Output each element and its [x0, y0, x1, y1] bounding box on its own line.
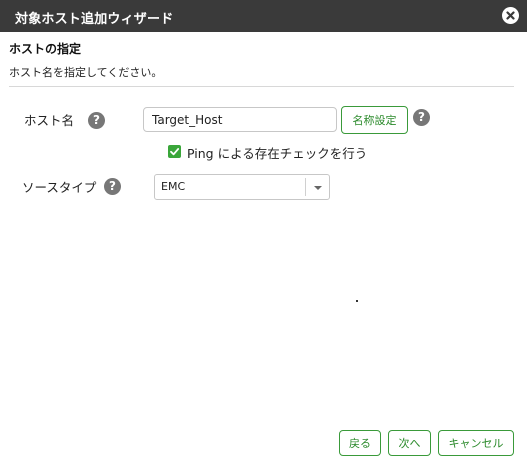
next-button[interactable]: 次へ [388, 430, 431, 456]
host-name-input[interactable] [143, 107, 337, 132]
title-bar: 対象ホスト追加ウィザード [0, 0, 527, 32]
check-icon [170, 148, 180, 156]
host-name-help-icon[interactable]: ? [88, 112, 105, 129]
divider [9, 86, 514, 87]
name-setting-button[interactable]: 名称設定 [341, 106, 408, 134]
source-type-select[interactable]: EMC [154, 174, 330, 200]
close-icon [506, 11, 515, 20]
window-title: 対象ホスト追加ウィザード [15, 12, 174, 27]
ping-checkbox-label[interactable]: Ping による存在チェックを行う [187, 143, 367, 162]
host-name-label: ホスト名 [24, 113, 75, 128]
source-type-label: ソースタイプ [22, 180, 97, 195]
source-type-help-icon[interactable]: ? [104, 178, 121, 195]
select-separator [305, 178, 306, 196]
ping-checkbox[interactable] [168, 145, 181, 158]
section-description: ホスト名を指定してください。 [9, 66, 163, 79]
name-setting-help-icon[interactable]: ? [413, 109, 430, 126]
cancel-button[interactable]: キャンセル [438, 430, 514, 456]
back-button[interactable]: 戻る [339, 430, 381, 456]
stray-dot [356, 300, 358, 302]
close-button[interactable] [502, 7, 519, 24]
source-type-selected-value: EMC [161, 180, 186, 193]
chevron-down-icon [314, 186, 322, 190]
section-title: ホストの指定 [9, 42, 82, 56]
